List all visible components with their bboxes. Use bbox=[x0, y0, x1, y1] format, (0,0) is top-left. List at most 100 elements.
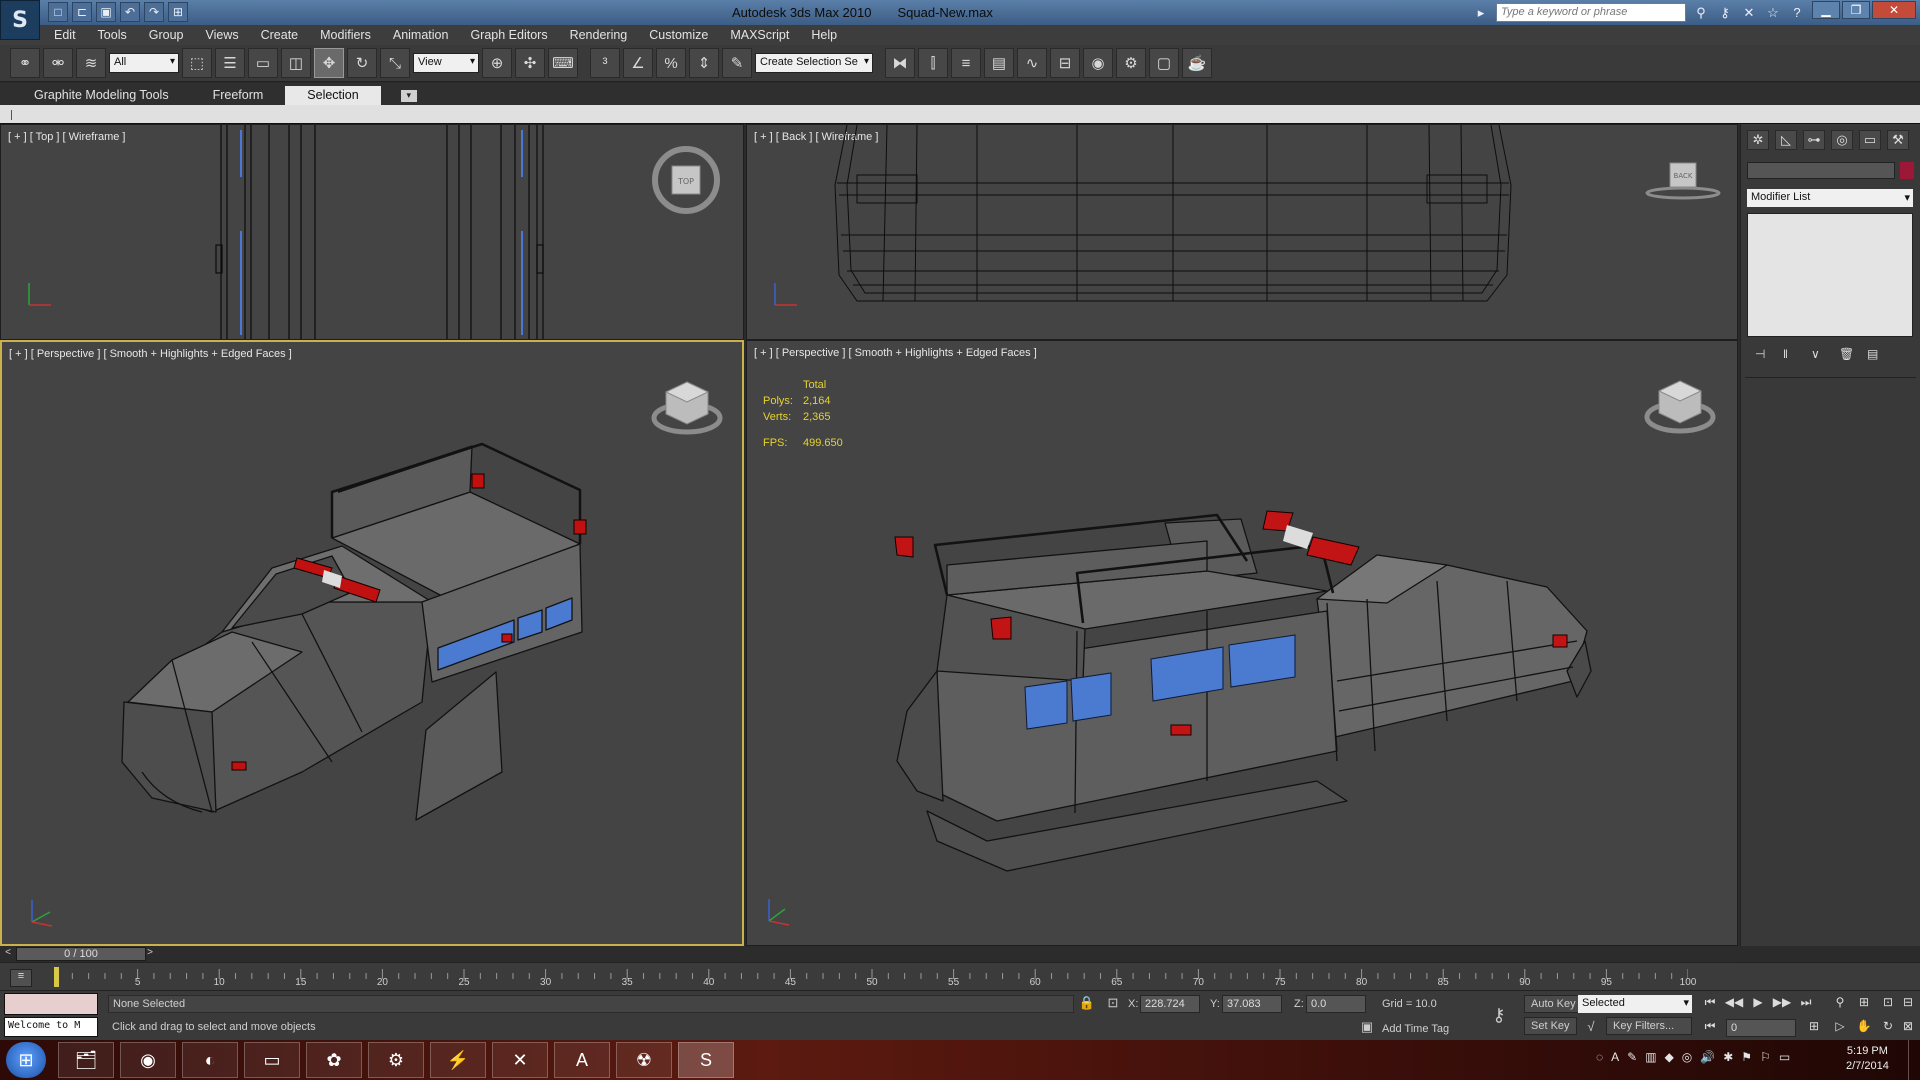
slider-prev-icon[interactable]: < bbox=[2, 947, 14, 961]
viewport-perspective-left[interactable]: [ + ] [ Perspective ] [ Smooth + Highlig… bbox=[0, 340, 744, 946]
next-frame-icon[interactable]: ▶▶ bbox=[1772, 995, 1792, 1013]
time-config-icon[interactable]: ⊞ bbox=[1804, 1019, 1824, 1037]
menu-graph-editors[interactable]: Graph Editors bbox=[470, 28, 547, 42]
close-button[interactable]: ✕ bbox=[1872, 1, 1916, 19]
manipulate-icon[interactable]: ✣ bbox=[515, 48, 545, 78]
game-icon[interactable]: ☢ bbox=[616, 1042, 672, 1078]
select-and-move-icon[interactable]: ✥ bbox=[314, 48, 344, 78]
tray-volume-icon[interactable]: 🔊 bbox=[1700, 1050, 1715, 1064]
undo-icon[interactable]: ↶ bbox=[120, 2, 140, 22]
utilities-tab-icon[interactable]: ⚒ bbox=[1887, 130, 1909, 150]
menu-modifiers[interactable]: Modifiers bbox=[320, 28, 371, 42]
x-coordinate-field[interactable]: 228.724 bbox=[1140, 995, 1200, 1013]
tray-gpu-icon[interactable]: ◆ bbox=[1665, 1050, 1674, 1064]
schematic-view-icon[interactable]: ⊟ bbox=[1050, 48, 1080, 78]
go-to-start-icon[interactable]: ⏮ bbox=[1700, 995, 1720, 1013]
media-player-icon[interactable]: ◐ bbox=[182, 1042, 238, 1078]
modify-tab-icon[interactable]: ◺ bbox=[1775, 130, 1797, 150]
minimize-button[interactable]: ▁ bbox=[1812, 1, 1840, 19]
folder-icon[interactable]: ▭ bbox=[244, 1042, 300, 1078]
curve-editor-icon[interactable]: ∿ bbox=[1017, 48, 1047, 78]
angle-snap-icon[interactable]: ∠ bbox=[623, 48, 653, 78]
maxscript-listener-output[interactable]: Welcome to M bbox=[4, 1017, 98, 1037]
time-slider[interactable]: < 0 / 100 > bbox=[0, 946, 1740, 962]
mirror-icon[interactable]: ⧓ bbox=[885, 48, 915, 78]
project-icon[interactable]: ⊞ bbox=[168, 2, 188, 22]
steam-icon[interactable]: ⚙ bbox=[368, 1042, 424, 1078]
binoculars-icon[interactable]: ⚲ bbox=[1692, 4, 1710, 22]
file-explorer-icon[interactable]: 🗂 bbox=[58, 1042, 114, 1078]
favorites-star-icon[interactable]: ☆ bbox=[1764, 4, 1782, 22]
select-object-icon[interactable]: ⬚ bbox=[182, 48, 212, 78]
thunder-icon[interactable]: ⚡ bbox=[430, 1042, 486, 1078]
reference-coordinate-dropdown[interactable]: View bbox=[413, 53, 479, 73]
menu-create[interactable]: Create bbox=[261, 28, 299, 42]
set-keys-key-icon[interactable]: ⚷ bbox=[1490, 1005, 1508, 1025]
track-bar[interactable]: ≡ 5 10 15 20 25 30 35 40 45 50 55 60 65 70 75 80 85 90 95 1… bbox=[0, 962, 1920, 990]
default-tangent-icon[interactable]: √ bbox=[1582, 1019, 1600, 1037]
system-clock[interactable]: 5:19 PM 2/7/2014 bbox=[1846, 1044, 1889, 1074]
layer-manager-icon[interactable]: ≡ bbox=[951, 48, 981, 78]
select-and-link-icon[interactable]: ⚭ bbox=[10, 48, 40, 78]
bind-space-warp-icon[interactable]: ≋ bbox=[76, 48, 106, 78]
tray-steam-icon[interactable]: ◎ bbox=[1682, 1050, 1692, 1064]
hierarchy-tab-icon[interactable]: ⊶ bbox=[1803, 130, 1825, 150]
y-coordinate-field[interactable]: 37.083 bbox=[1222, 995, 1282, 1013]
pivot-center-icon[interactable]: ⊕ bbox=[482, 48, 512, 78]
menu-tools[interactable]: Tools bbox=[98, 28, 127, 42]
chrome-icon[interactable]: ◉ bbox=[120, 1042, 176, 1078]
select-and-rotate-icon[interactable]: ↻ bbox=[347, 48, 377, 78]
app-logo-button[interactable]: S bbox=[0, 0, 40, 40]
selection-filter-dropdown[interactable]: All bbox=[109, 53, 179, 73]
pan-view-icon[interactable]: ✋ bbox=[1854, 1019, 1874, 1037]
new-file-icon[interactable]: □ bbox=[48, 2, 68, 22]
viewport-perspective-right[interactable]: [ + ] [ Perspective ] [ Smooth + Highlig… bbox=[746, 340, 1738, 946]
configure-modifier-sets-icon[interactable]: ▤ bbox=[1867, 347, 1885, 363]
motion-tab-icon[interactable]: ◎ bbox=[1831, 130, 1853, 150]
pin-stack-icon[interactable]: ⊣ bbox=[1755, 347, 1773, 363]
slider-next-icon[interactable]: > bbox=[144, 947, 156, 961]
add-time-tag[interactable]: Add Time Tag bbox=[1382, 1023, 1449, 1035]
make-unique-icon[interactable]: ∨ bbox=[1811, 347, 1829, 363]
render-setup-icon[interactable]: ⚙ bbox=[1116, 48, 1146, 78]
zoom-all-icon[interactable]: ⊞ bbox=[1854, 995, 1874, 1013]
menu-views[interactable]: Views bbox=[205, 28, 238, 42]
subscription-icon[interactable]: ⚷ bbox=[1716, 4, 1734, 22]
tray-monitor-icon[interactable]: ▭ bbox=[1779, 1050, 1790, 1064]
menu-maxscript[interactable]: MAXScript bbox=[730, 28, 789, 42]
create-tab-icon[interactable]: ✲ bbox=[1747, 130, 1769, 150]
window-crossing-icon[interactable]: ◫ bbox=[281, 48, 311, 78]
acrobat-icon[interactable]: A bbox=[554, 1042, 610, 1078]
open-icon[interactable]: ⊏ bbox=[72, 2, 92, 22]
start-button[interactable]: ⊞ bbox=[6, 1042, 46, 1078]
absolute-mode-icon[interactable]: ⊡ bbox=[1104, 995, 1122, 1013]
auto-key-button[interactable]: Auto Key bbox=[1524, 995, 1583, 1013]
show-end-result-icon[interactable]: ‖ bbox=[1783, 347, 1801, 363]
keyboard-shortcut-icon[interactable]: ⌨ bbox=[548, 48, 578, 78]
ribbon-minimize-icon[interactable]: ▾ bbox=[400, 90, 417, 102]
rendered-frame-window-icon[interactable]: ▢ bbox=[1149, 48, 1179, 78]
graphite-toggle-icon[interactable]: ▤ bbox=[984, 48, 1014, 78]
menu-customize[interactable]: Customize bbox=[649, 28, 708, 42]
percent-snap-icon[interactable]: % bbox=[656, 48, 686, 78]
tray-pen-icon[interactable]: ✎ bbox=[1627, 1050, 1637, 1064]
align-icon[interactable]: ⫿ bbox=[918, 48, 948, 78]
previous-frame-icon[interactable]: ◀◀ bbox=[1724, 995, 1744, 1013]
edit-named-selection-icon[interactable]: ✎ bbox=[722, 48, 752, 78]
show-desktop-button[interactable] bbox=[1908, 1040, 1920, 1080]
menu-rendering[interactable]: Rendering bbox=[570, 28, 628, 42]
current-frame-field[interactable]: 0 bbox=[1726, 1019, 1796, 1037]
named-selection-dropdown[interactable]: Create Selection Se bbox=[755, 53, 873, 73]
orbit-icon[interactable]: ↻ bbox=[1878, 1019, 1898, 1037]
zoom-extents-icon[interactable]: ⊡ bbox=[1878, 995, 1898, 1013]
key-mode-dropdown[interactable]: Selected bbox=[1578, 995, 1692, 1013]
time-slider-thumb[interactable]: 0 / 100 bbox=[16, 947, 146, 961]
maximize-viewport-icon[interactable]: ⊠ bbox=[1898, 1019, 1918, 1037]
spinner-snap-icon[interactable]: ⇕ bbox=[689, 48, 719, 78]
viewport-top[interactable]: [ + ] [ Top ] [ Wireframe ] TOP bbox=[0, 124, 744, 340]
z-coordinate-field[interactable]: 0.0 bbox=[1306, 995, 1366, 1013]
save-icon[interactable]: ▣ bbox=[96, 2, 116, 22]
display-tab-icon[interactable]: ▭ bbox=[1859, 130, 1881, 150]
viewcube-top[interactable]: TOP bbox=[649, 143, 723, 217]
tray-network-icon[interactable]: ▥ bbox=[1645, 1050, 1656, 1064]
